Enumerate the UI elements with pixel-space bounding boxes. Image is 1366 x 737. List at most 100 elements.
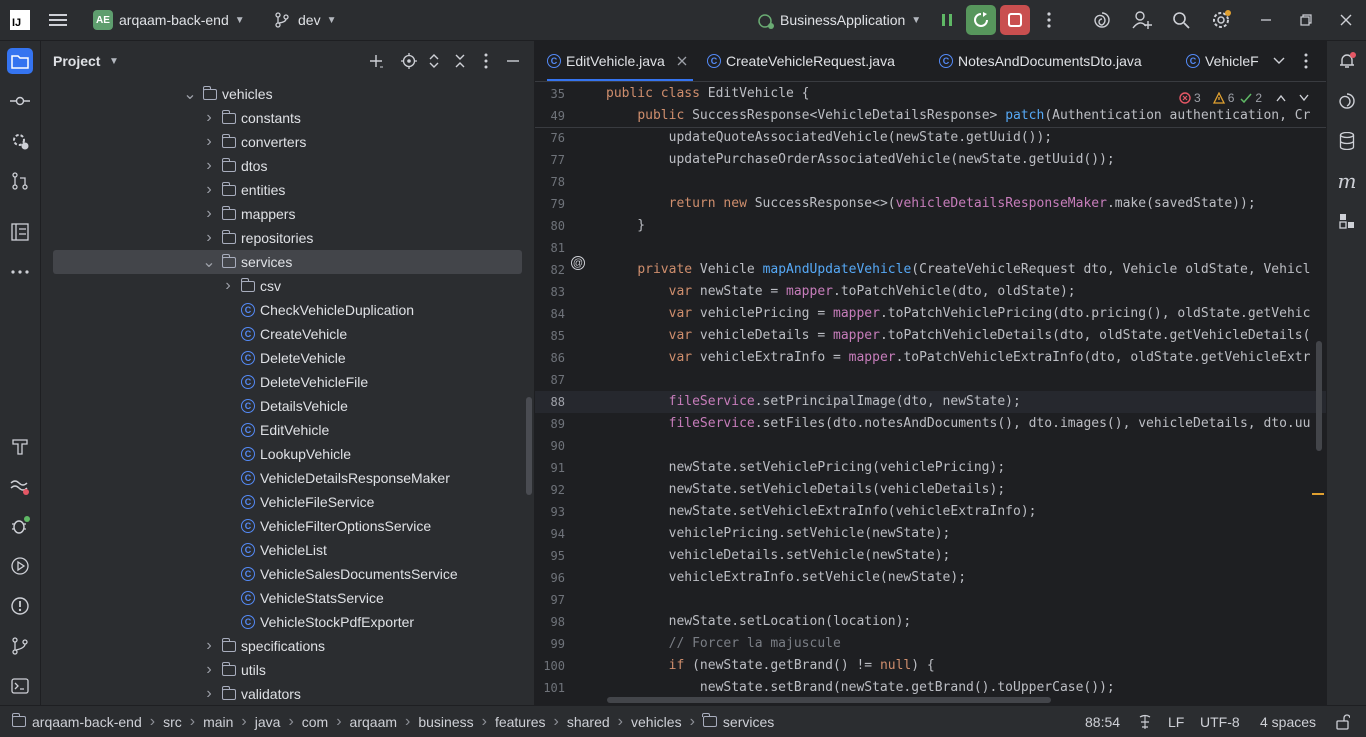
minimize-button[interactable] [1253,7,1279,33]
chevron-right-icon[interactable]: › [202,637,216,655]
chevron-right-icon[interactable]: › [221,277,235,295]
tabs-dropdown-icon[interactable] [1273,56,1285,66]
editor-horizontal-scrollbar[interactable] [607,697,1051,703]
override-gutter-icon[interactable]: @ [571,256,585,270]
tree-folder-item[interactable]: › dtos [53,154,522,178]
chevron-up-icon[interactable] [1276,94,1286,102]
tab-editvehicle[interactable]: C EditVehicle.java [547,41,693,81]
build-tool-button[interactable] [7,433,33,459]
code-line[interactable]: 84 var vehiclePricing = mapper.toPatchVe… [535,303,1326,325]
file-status-icon[interactable] [1138,714,1152,730]
tree-folder-item[interactable]: › repositories [53,226,522,250]
chevron-down-icon[interactable]: ⌄ [202,252,216,272]
chevron-right-icon[interactable]: › [202,685,216,703]
code-line[interactable]: 77 updatePurchaseOrderAssociatedVehicle(… [535,149,1326,171]
pull-requests-tool-button[interactable] [7,168,33,194]
editor-vertical-scrollbar[interactable] [1316,341,1322,451]
tree-folder-item[interactable]: › validators [53,682,522,706]
code-line[interactable]: 100 if (newState.getBrand() != null) { [535,655,1326,677]
notifications-button[interactable] [1334,48,1360,74]
tree-class-item[interactable]: C VehicleFileService [53,490,522,514]
chevron-down-icon[interactable]: ▼ [109,56,119,67]
breadcrumb-item[interactable]: java [255,714,281,730]
code-line[interactable]: 79 return new SuccessResponse<>(vehicleD… [535,193,1326,215]
chevron-down-icon[interactable] [1299,94,1309,102]
code-line[interactable]: 82 private Vehicle mapAndUpdateVehicle(C… [535,259,1326,281]
breadcrumb-item[interactable]: vehicles [631,714,682,730]
close-tab-icon[interactable] [677,56,687,66]
breadcrumb-item[interactable]: main [203,714,233,730]
tree-scrollbar[interactable] [526,397,532,495]
maximize-button[interactable] [1293,7,1319,33]
git-tool-button[interactable] [7,633,33,659]
chevron-right-icon[interactable]: › [202,205,216,223]
maven-button[interactable]: m [1334,168,1360,194]
tree-class-item[interactable]: C VehicleStockPdfExporter [53,610,522,634]
project-panel-title[interactable]: Project [53,53,100,69]
code-line[interactable]: 90 [535,435,1326,457]
tree-class-item[interactable]: C VehicleDetailsResponseMaker [53,466,522,490]
inspection-widget[interactable]: 3 6 2 [1175,88,1310,108]
project-selector[interactable]: AE arqaam-back-end ▼ [93,0,245,40]
code-line[interactable]: 83 var newState = mapper.toPatchVehicle(… [535,281,1326,303]
code-line[interactable]: 98 newState.setLocation(location); [535,611,1326,633]
code-line[interactable]: 99 // Forcer la majuscule [535,633,1326,655]
code-line[interactable]: 76 updateQuoteAssociatedVehicle(newState… [535,127,1326,149]
code-line[interactable]: 93 newState.setVehicleExtraInfo(vehicleE… [535,501,1326,523]
tree-folder-item[interactable]: › utils [53,658,522,682]
code-line[interactable]: 49 public SuccessResponse<VehicleDetails… [535,105,1326,127]
tree-class-item[interactable]: C VehicleFilterOptionsService [53,514,522,538]
ai-assistant-button[interactable] [1089,7,1115,33]
breadcrumb-item[interactable]: features [495,714,546,730]
project-tool-button[interactable] [7,48,33,74]
tree-folder-item[interactable]: › csv [53,274,522,298]
locate-icon[interactable] [401,53,417,69]
warning-stripe-marker[interactable] [1312,493,1324,495]
unlock-icon[interactable] [1336,714,1350,730]
code-line[interactable]: 89 fileService.setFiles(dto.notesAndDocu… [535,413,1326,435]
tree-class-item[interactable]: C LookupVehicle [53,442,522,466]
caret-position[interactable]: 88:54 [1085,706,1120,737]
stop-button[interactable] [1000,5,1030,35]
chevron-right-icon[interactable]: › [202,229,216,247]
chevron-down-icon[interactable]: ⌄ [183,84,197,104]
tree-class-item[interactable]: C CreateVehicle [53,322,522,346]
tree-class-item[interactable]: C DeleteVehicle [53,346,522,370]
database-button[interactable] [1334,128,1360,154]
commit-tool-button[interactable] [7,88,33,114]
breadcrumb-item[interactable]: shared [567,714,610,730]
breadcrumb-item[interactable]: com [302,714,328,730]
problems-tool-button[interactable] [7,593,33,619]
add-user-button[interactable] [1129,7,1155,33]
code-line[interactable]: 96 vehicleExtraInfo.setVehicle(newState)… [535,567,1326,589]
tree-folder-item[interactable]: › mappers [53,202,522,226]
code-line[interactable]: 91 newState.setVehiclePricing(vehiclePri… [535,457,1326,479]
run-config-selector[interactable]: BusinessApplication ▼ [756,0,921,40]
expand-all-icon[interactable] [428,53,440,69]
code-line[interactable]: 97 [535,589,1326,611]
code-line[interactable]: 85 var vehicleDetails = mapper.toPatchVe… [535,325,1326,347]
tree-class-item[interactable]: C VehicleSalesDocumentsService [53,562,522,586]
file-encoding[interactable]: UTF-8 [1200,706,1240,737]
tab-createvehiclerequest[interactable]: C CreateVehicleRequest.java [707,41,895,81]
code-line[interactable]: 78 [535,171,1326,193]
code-line[interactable]: 92 newState.setVehicleDetails(vehicleDet… [535,479,1326,501]
services-tool-button[interactable] [7,128,33,154]
code-view[interactable]: 35 public class EditVehicle {49 public Su… [535,83,1326,703]
code-line[interactable]: 81 [535,237,1326,259]
chevron-right-icon[interactable]: › [202,181,216,199]
code-line[interactable]: 87 [535,369,1326,391]
tree-folder-item[interactable]: ⌄ vehicles [53,82,522,106]
chevron-right-icon[interactable]: › [202,157,216,175]
tree-folder-item[interactable]: › entities [53,178,522,202]
terminal-tool-button[interactable] [7,673,33,699]
tree-folder-item[interactable]: › specifications [53,634,522,658]
settings-button[interactable] [1208,7,1234,33]
chevron-right-icon[interactable]: › [202,661,216,679]
breadcrumb-item[interactable]: arqaam-back-end [32,714,142,730]
gradle-button[interactable] [1334,208,1360,234]
close-window-button[interactable] [1333,7,1359,33]
branch-selector[interactable]: dev ▼ [274,0,336,40]
chevron-right-icon[interactable]: › [202,109,216,127]
run-tool-button[interactable] [7,553,33,579]
